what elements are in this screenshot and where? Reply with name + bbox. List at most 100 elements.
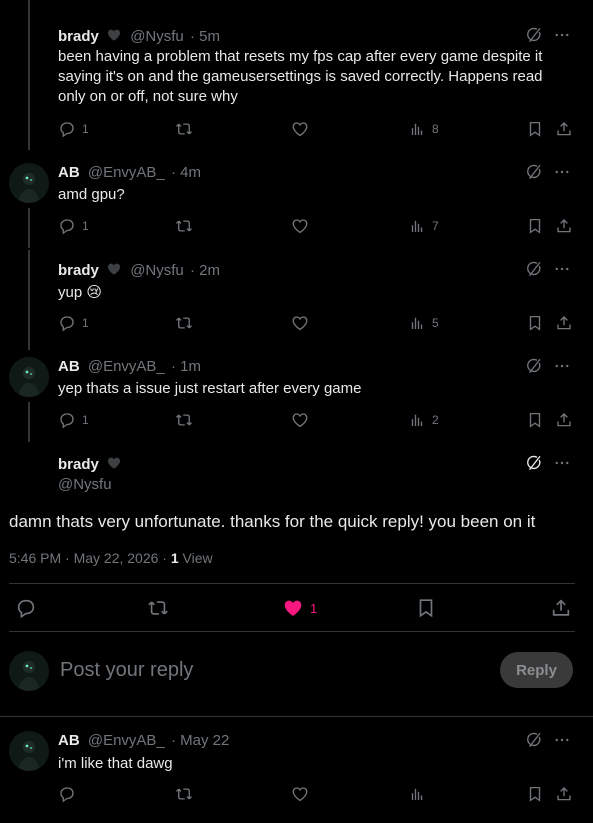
like-button[interactable] xyxy=(291,411,309,429)
views-button[interactable] xyxy=(408,785,426,803)
bookmark-icon xyxy=(526,411,544,429)
divider xyxy=(9,583,575,584)
share-button[interactable] xyxy=(555,785,573,803)
grok-icon[interactable] xyxy=(525,260,543,278)
thread-line xyxy=(28,208,30,248)
bookmark-button[interactable] xyxy=(415,597,437,619)
grok-icon[interactable] xyxy=(525,163,543,181)
reply-icon xyxy=(58,314,76,332)
bookmark-icon xyxy=(526,217,544,235)
author-handle[interactable]: @EnvyAB_ xyxy=(88,732,165,749)
author-handle[interactable]: @Nysfu xyxy=(58,476,112,493)
reply-button[interactable]: 1 xyxy=(58,217,89,235)
share-icon xyxy=(555,314,573,332)
repost-button[interactable] xyxy=(175,120,193,138)
more-icon[interactable] xyxy=(553,260,571,278)
black-heart-icon xyxy=(106,261,122,277)
share-button[interactable] xyxy=(550,597,572,619)
repost-button[interactable] xyxy=(175,785,193,803)
like-button[interactable] xyxy=(291,120,309,138)
repost-icon xyxy=(175,217,193,235)
bookmark-icon xyxy=(526,785,544,803)
views-button[interactable]: 2 xyxy=(408,411,439,429)
share-button[interactable] xyxy=(555,314,573,332)
share-button[interactable] xyxy=(555,411,573,429)
bookmark-button[interactable] xyxy=(526,314,544,332)
post-timestamp[interactable]: 5:46 PM · May 22, 2026 · xyxy=(9,550,171,566)
author-name[interactable]: brady xyxy=(58,456,99,473)
avatar[interactable] xyxy=(9,357,49,397)
repost-button[interactable] xyxy=(175,314,193,332)
views-button[interactable]: 8 xyxy=(408,120,439,138)
post-actions: 1 7 xyxy=(58,217,573,237)
heart-icon xyxy=(291,411,309,429)
repost-icon xyxy=(175,314,193,332)
reply-button[interactable] xyxy=(15,597,37,619)
reply-icon xyxy=(58,120,76,138)
grok-icon[interactable] xyxy=(525,454,543,472)
more-icon[interactable] xyxy=(553,357,571,375)
more-icon[interactable] xyxy=(553,731,571,749)
post-time[interactable]: · 5m xyxy=(190,28,220,45)
grok-icon[interactable] xyxy=(525,357,543,375)
like-button[interactable] xyxy=(291,314,309,332)
author-handle[interactable]: @Nysfu xyxy=(130,262,184,279)
author-name[interactable]: AB xyxy=(58,732,80,749)
views-button[interactable]: 5 xyxy=(408,314,439,332)
more-icon[interactable] xyxy=(553,163,571,181)
grok-icon[interactable] xyxy=(525,26,543,44)
post-time[interactable]: · 1m xyxy=(171,358,201,375)
reply-button[interactable]: 1 xyxy=(58,411,89,429)
repost-icon xyxy=(175,411,193,429)
views-icon xyxy=(408,785,426,803)
black-heart-icon xyxy=(106,27,122,43)
reply-submit-button[interactable]: Reply xyxy=(500,652,573,688)
post-time[interactable]: · 4m xyxy=(171,164,201,181)
post-actions: 1 2 xyxy=(58,411,573,431)
post-header: brady @Nysfu · 2m xyxy=(58,261,220,279)
author-name[interactable]: brady xyxy=(58,262,99,279)
like-button[interactable] xyxy=(291,785,309,803)
bookmark-button[interactable] xyxy=(526,217,544,235)
reply-button[interactable] xyxy=(58,785,76,803)
share-button[interactable] xyxy=(555,217,573,235)
author-handle[interactable]: @EnvyAB_ xyxy=(88,164,165,181)
view-count: 1 xyxy=(170,550,179,566)
reply-button[interactable]: 1 xyxy=(58,120,89,138)
like-button[interactable] xyxy=(291,217,309,235)
reply-icon xyxy=(58,411,76,429)
post-actions: 1 8 xyxy=(58,120,573,140)
bookmark-button[interactable] xyxy=(526,785,544,803)
post-actions xyxy=(58,785,573,805)
author-handle[interactable]: @Nysfu xyxy=(130,28,184,45)
post-time[interactable]: · May 22 xyxy=(171,732,229,749)
repost-button[interactable] xyxy=(147,597,169,619)
repost-button[interactable] xyxy=(175,411,193,429)
post-time[interactable]: · 2m xyxy=(190,262,220,279)
author-name[interactable]: AB xyxy=(58,358,80,375)
heart-icon xyxy=(291,217,309,235)
author-handle[interactable]: @EnvyAB_ xyxy=(88,358,165,375)
post-top-actions xyxy=(525,357,571,375)
post-top-actions xyxy=(525,731,571,749)
share-button[interactable] xyxy=(555,120,573,138)
main-post-header: brady xyxy=(58,455,122,473)
reply-button[interactable]: 1 xyxy=(58,314,89,332)
like-count: 1 xyxy=(310,600,318,616)
bookmark-button[interactable] xyxy=(526,411,544,429)
author-name[interactable]: AB xyxy=(58,164,80,181)
repost-button[interactable] xyxy=(175,217,193,235)
more-icon[interactable] xyxy=(553,26,571,44)
bookmark-button[interactable] xyxy=(526,120,544,138)
like-button[interactable]: 1 xyxy=(282,597,317,619)
grok-icon[interactable] xyxy=(525,731,543,749)
avatar[interactable] xyxy=(9,163,49,203)
more-icon[interactable] xyxy=(553,454,571,472)
reply-input[interactable]: Post your reply xyxy=(60,659,193,682)
views-icon xyxy=(408,314,426,332)
post-text: amd gpu? xyxy=(58,186,125,203)
avatar[interactable] xyxy=(9,731,49,771)
author-name[interactable]: brady xyxy=(58,28,99,45)
post-timestamp-row: 5:46 PM · May 22, 2026 · 1 View xyxy=(9,550,213,566)
views-button[interactable]: 7 xyxy=(408,217,439,235)
